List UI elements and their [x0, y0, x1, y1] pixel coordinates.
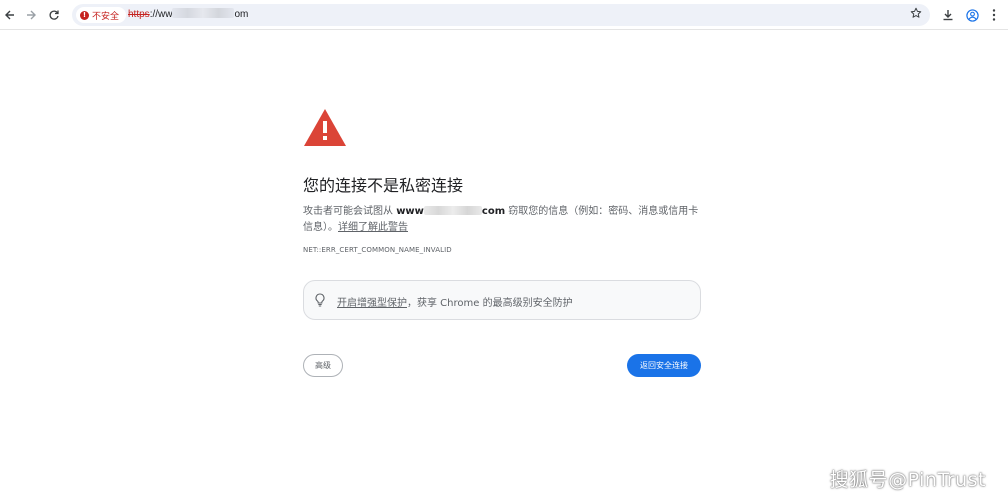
back-button[interactable] — [0, 5, 20, 25]
forward-button[interactable] — [21, 5, 41, 25]
description-lead: 攻击者可能会试图从 — [303, 206, 397, 217]
enable-enhanced-protection-link[interactable]: 开启增强型保护 — [337, 298, 407, 309]
bookmark-star-button[interactable] — [910, 7, 922, 23]
promo-description: ，获享 Chrome 的最高级别安全防护 — [407, 298, 573, 309]
reload-icon — [49, 10, 59, 20]
warning-circle-icon: ! — [80, 10, 89, 20]
profile-icon — [965, 8, 979, 22]
page-title: 您的连接不是私密连接 — [303, 176, 464, 195]
download-icon — [943, 10, 953, 21]
arrow-left-icon — [5, 10, 14, 20]
redacted-domain — [423, 206, 482, 215]
back-to-safety-button[interactable]: 返回安全连接 — [627, 354, 701, 377]
kebab-menu-icon — [992, 9, 996, 21]
star-icon — [910, 7, 922, 18]
url-text[interactable]: https://ww om — [128, 8, 248, 20]
download-button[interactable] — [939, 5, 957, 25]
domain-start: www — [396, 206, 424, 217]
address-bar[interactable]: ! 不安全 https://ww om — [72, 4, 930, 26]
error-code: NET::ERR_CERT_COMMON_NAME_INVALID — [303, 246, 452, 254]
warning-description: 攻击者可能会试图从 www com 窃取您的信息（例如：密码、消息或信用卡信息）。… — [303, 204, 703, 236]
browser-menu-button[interactable] — [985, 5, 1003, 25]
warning-triangle-icon — [304, 109, 346, 146]
lightbulb-icon — [315, 293, 325, 307]
redacted-host — [172, 8, 235, 18]
promo-text: 开启增强型保护，获享 Chrome 的最高级别安全防护 — [337, 294, 573, 309]
not-secure-chip[interactable]: ! 不安全 — [76, 7, 127, 23]
domain-end: com — [481, 206, 506, 217]
url-host-start: ://ww — [149, 9, 173, 20]
reload-button[interactable] — [44, 5, 64, 25]
url-host-end: om — [234, 9, 249, 20]
enhanced-protection-promo: 开启增强型保护，获享 Chrome 的最高级别安全防护 — [303, 280, 701, 320]
profile-button[interactable] — [963, 5, 981, 25]
advanced-button[interactable]: 高级 — [303, 354, 343, 377]
browser-toolbar: ! 不安全 https://ww om — [0, 0, 1008, 30]
watermark: 搜狐号@PinTrust — [829, 469, 986, 491]
arrow-right-icon — [27, 10, 36, 20]
learn-more-link[interactable]: 详细了解此警告 — [338, 222, 408, 233]
url-scheme: https — [128, 9, 150, 20]
not-secure-label: 不安全 — [92, 11, 120, 22]
